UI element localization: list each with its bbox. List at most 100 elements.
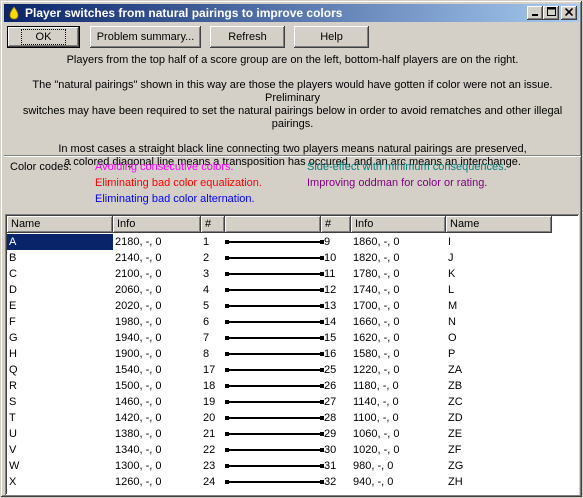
- close-icon: [564, 7, 574, 19]
- pairing-line: [225, 416, 324, 420]
- ok-button[interactable]: OK: [7, 26, 80, 48]
- table-row[interactable]: W 1300, -, 0 23 31 980, -, 0 ZG: [7, 458, 577, 474]
- player-number-right: 16: [324, 348, 337, 360]
- player-info-right: 1820, -, 0: [353, 252, 400, 264]
- player-number-right: 14: [324, 316, 337, 328]
- pairing-line: [225, 464, 324, 468]
- problem-summary-button[interactable]: Problem summary...: [90, 26, 201, 48]
- title-bar[interactable]: Player switches from natural pairings to…: [4, 4, 579, 22]
- player-name-left: B: [9, 252, 17, 264]
- player-name-right: ZD: [448, 412, 463, 424]
- player-number-right: 30: [324, 444, 337, 456]
- info-paragraph-3-line-1: In most cases a straight black line conn…: [58, 143, 527, 155]
- player-name-left: U: [9, 428, 17, 440]
- player-info-right: 1700, -, 0: [353, 300, 400, 312]
- pairings-list[interactable]: Name Info # # Info Name A 2180, -, 0 1 9 186…: [5, 214, 579, 495]
- player-info-left: 1500, -, 0: [115, 380, 162, 392]
- info-paragraph-2-line-2: switches may have been required to set t…: [22, 105, 563, 130]
- player-info-right: 1580, -, 0: [353, 348, 400, 360]
- refresh-button[interactable]: Refresh: [210, 26, 285, 48]
- player-name-right: ZG: [448, 460, 464, 472]
- player-info-right: 1020, -, 0: [353, 444, 400, 456]
- table-row[interactable]: R 1500, -, 0 18 26 1180, -, 0 ZB: [7, 378, 577, 394]
- column-header-right-info[interactable]: Info: [351, 216, 446, 233]
- color-code-equalization: Eliminating bad color equalization.: [95, 177, 262, 189]
- player-name-right: ZA: [448, 364, 463, 376]
- player-number-right: 28: [324, 412, 337, 424]
- player-number-left: 18: [203, 380, 216, 392]
- table-row[interactable]: Q 1540, -, 0 17 25 1220, -, 0 ZA: [7, 362, 577, 378]
- pairing-line: [225, 352, 324, 356]
- pairing-line: [225, 240, 324, 244]
- player-name-right: ZH: [448, 476, 463, 488]
- window-title: Player switches from natural pairings to…: [25, 6, 343, 20]
- help-button[interactable]: Help: [294, 26, 369, 48]
- player-name-left: Q: [9, 364, 18, 376]
- player-info-right: 1180, -, 0: [353, 380, 399, 392]
- table-row[interactable]: U 1380, -, 0 21 29 1060, -, 0 ZE: [7, 426, 577, 442]
- player-info-left: 2180, -, 0: [115, 236, 162, 248]
- player-name-left: V: [9, 444, 17, 456]
- close-button[interactable]: [561, 6, 577, 20]
- player-info-left: 2100, -, 0: [115, 268, 162, 280]
- player-info-right: 1860, -, 0: [353, 236, 400, 248]
- table-row[interactable]: S 1460, -, 0 19 27 1140, -, 0 ZC: [7, 394, 577, 410]
- player-name-right: N: [448, 316, 456, 328]
- table-row[interactable]: C 2100, -, 0 3 11 1780, -, 0 K: [7, 266, 577, 282]
- player-number-right: 32: [324, 476, 337, 488]
- table-row[interactable]: E 2020, -, 0 5 13 1700, -, 0 M: [7, 298, 577, 314]
- table-row[interactable]: D 2060, -, 0 4 12 1740, -, 0 L: [7, 282, 577, 298]
- pairing-line: [225, 320, 324, 324]
- player-number-right: 13: [324, 300, 337, 312]
- player-info-right: 1100, -, 0: [353, 412, 399, 424]
- table-row[interactable]: T 1420, -, 0 20 28 1100, -, 0 ZD: [7, 410, 577, 426]
- table-row[interactable]: H 1900, -, 0 8 16 1580, -, 0 P: [7, 346, 577, 362]
- player-info-left: 1460, -, 0: [115, 396, 162, 408]
- maximize-button[interactable]: [543, 6, 559, 20]
- pairing-line: [225, 448, 324, 452]
- player-number-left: 22: [203, 444, 216, 456]
- player-number-right: 31: [324, 460, 337, 472]
- pairing-line: [225, 480, 324, 484]
- column-header-right-number[interactable]: #: [321, 216, 351, 233]
- player-number-right: 9: [324, 236, 331, 248]
- player-name-left: S: [9, 396, 17, 408]
- pairing-line: [225, 368, 324, 372]
- table-row[interactable]: G 1940, -, 0 7 15 1620, -, 0 O: [7, 330, 577, 346]
- player-info-left: 1300, -, 0: [115, 460, 162, 472]
- player-info-right: 940, -, 0: [353, 476, 394, 488]
- player-name-left: A: [7, 234, 113, 250]
- column-header-right-name[interactable]: Name: [446, 216, 552, 233]
- column-header-left-name[interactable]: Name: [7, 216, 113, 233]
- pairing-line: [225, 384, 324, 388]
- player-name-right: I: [448, 236, 452, 248]
- player-number-left: 19: [203, 396, 216, 408]
- player-info-right: 1660, -, 0: [353, 316, 400, 328]
- player-info-right: 980, -, 0: [353, 460, 394, 472]
- player-name-left: X: [9, 476, 17, 488]
- player-name-left: G: [9, 332, 18, 344]
- table-row[interactable]: V 1340, -, 0 22 30 1020, -, 0 ZF: [7, 442, 577, 458]
- pairing-line: [225, 288, 324, 292]
- player-name-left: F: [9, 316, 16, 328]
- player-info-left: 2060, -, 0: [115, 284, 162, 296]
- player-number-left: 6: [203, 316, 210, 328]
- player-number-left: 1: [203, 236, 210, 248]
- column-header-left-info[interactable]: Info: [113, 216, 201, 233]
- table-row[interactable]: B 2140, -, 0 2 10 1820, -, 0 J: [7, 250, 577, 266]
- ok-label: OK: [20, 29, 67, 45]
- table-row[interactable]: F 1980, -, 0 6 14 1660, -, 0 N: [7, 314, 577, 330]
- color-code-side-effect: Side-effect with minimum consequences.: [307, 161, 507, 173]
- column-header-left-number[interactable]: #: [201, 216, 225, 233]
- pairing-line: [225, 336, 324, 340]
- column-header-lines[interactable]: [225, 216, 321, 233]
- pairing-line: [225, 304, 324, 308]
- table-row[interactable]: A 2180, -, 0 1 9 1860, -, 0 I: [7, 234, 577, 250]
- table-row[interactable]: X 1260, -, 0 24 32 940, -, 0 ZH: [7, 474, 577, 490]
- minimize-button[interactable]: [527, 6, 543, 20]
- player-info-left: 2140, -, 0: [115, 252, 162, 264]
- player-name-left: T: [9, 412, 16, 424]
- color-codes-legend: Color codes: Avoiding consecutive colors…: [7, 159, 578, 209]
- player-name-right: ZC: [448, 396, 463, 408]
- list-header: Name Info # # Info Name: [7, 216, 577, 233]
